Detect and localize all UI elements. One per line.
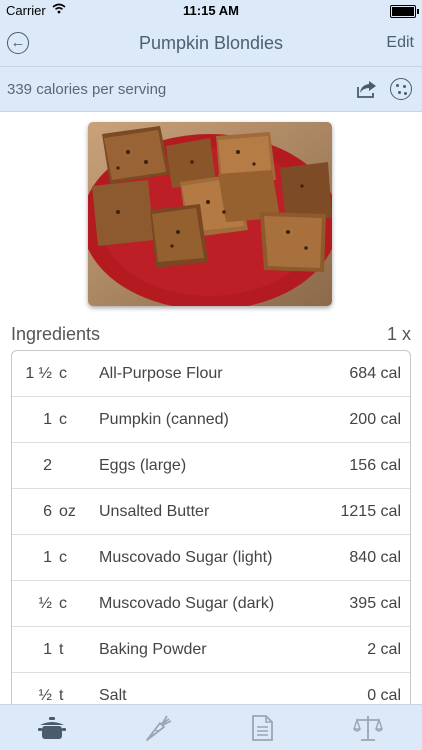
ingredient-quantity: 2: [43, 457, 52, 474]
ingredient-unit: t: [59, 687, 64, 704]
status-time: 11:15 AM: [183, 3, 239, 18]
document-icon[interactable]: [247, 713, 277, 743]
ingredient-calories: 156 cal: [349, 457, 401, 474]
ingredient-unit: c: [59, 549, 67, 566]
ingredient-calories: 1215 cal: [340, 503, 402, 520]
ingredient-unit: c: [59, 365, 67, 382]
ingredient-name: Pumpkin (canned): [99, 411, 229, 428]
table-row[interactable]: 2 Eggs (large) 156 cal: [12, 443, 410, 489]
table-row[interactable]: 1 c Pumpkin (canned) 200 cal: [12, 397, 410, 443]
ingredient-calories: 2 cal: [367, 641, 401, 658]
calories-per-serving: 339 calories per serving: [7, 81, 167, 98]
ingredient-quantity: 1: [43, 641, 52, 658]
scale-icon[interactable]: [353, 713, 383, 743]
serving-multiplier[interactable]: 1 x: [387, 324, 411, 345]
ingredient-calories: 684 cal: [349, 365, 401, 382]
ingredient-name: All-Purpose Flour: [99, 365, 223, 382]
status-bar: Carrier 11:15 AM: [0, 0, 422, 22]
battery-icon: [390, 5, 419, 18]
carrot-icon[interactable]: [143, 713, 173, 743]
ingredient-name: Baking Powder: [99, 641, 207, 658]
ingredient-unit: c: [59, 595, 67, 612]
ingredient-name: Salt: [99, 687, 127, 704]
ingredient-calories: 395 cal: [349, 595, 401, 612]
table-row[interactable]: ½ c Muscovado Sugar (dark) 395 cal: [12, 581, 410, 627]
ingredient-quantity: ½: [38, 595, 52, 612]
ingredient-quantity: 1: [43, 549, 52, 566]
tab-bar: [0, 704, 422, 750]
ingredient-unit: c: [59, 411, 67, 428]
table-row[interactable]: 1 c Muscovado Sugar (light) 840 cal: [12, 535, 410, 581]
page-title: Pumpkin Blondies: [138, 33, 284, 53]
ingredient-calories: 0 cal: [367, 687, 401, 704]
pot-icon[interactable]: [37, 713, 67, 743]
ingredient-name: Eggs (large): [99, 457, 187, 474]
ingredient-unit: t: [59, 641, 64, 658]
ingredients-table: 1 ½ c All-Purpose Flour 684 cal 1 c Pump…: [11, 350, 411, 710]
ingredient-quantity: ½: [38, 687, 52, 704]
share-icon[interactable]: [356, 79, 378, 99]
table-row[interactable]: 1 t Baking Powder 2 cal: [12, 627, 410, 673]
ingredient-name: Muscovado Sugar (dark): [99, 595, 275, 612]
recipe-photo: [88, 122, 332, 306]
calorie-info-bar: 339 calories per serving: [0, 66, 422, 112]
ingredient-quantity: 1 ½: [25, 365, 52, 382]
table-row[interactable]: 6 oz Unsalted Butter 1215 cal: [12, 489, 410, 535]
nav-bar: ← Pumpkin Blondies Edit: [0, 22, 422, 66]
ingredient-name: Muscovado Sugar (light): [99, 549, 273, 566]
ingredient-calories: 840 cal: [349, 549, 401, 566]
ingredient-quantity: 6: [43, 503, 52, 520]
ingredient-name: Unsalted Butter: [99, 503, 210, 520]
ingredients-heading: Ingredients: [11, 324, 101, 344]
edit-button[interactable]: Edit: [386, 34, 414, 52]
cookie-icon[interactable]: [390, 78, 412, 100]
ingredient-calories: 200 cal: [349, 411, 401, 428]
table-row[interactable]: 1 ½ c All-Purpose Flour 684 cal: [12, 351, 410, 397]
ingredient-quantity: 1: [43, 411, 52, 428]
ingredient-unit: oz: [59, 503, 76, 520]
